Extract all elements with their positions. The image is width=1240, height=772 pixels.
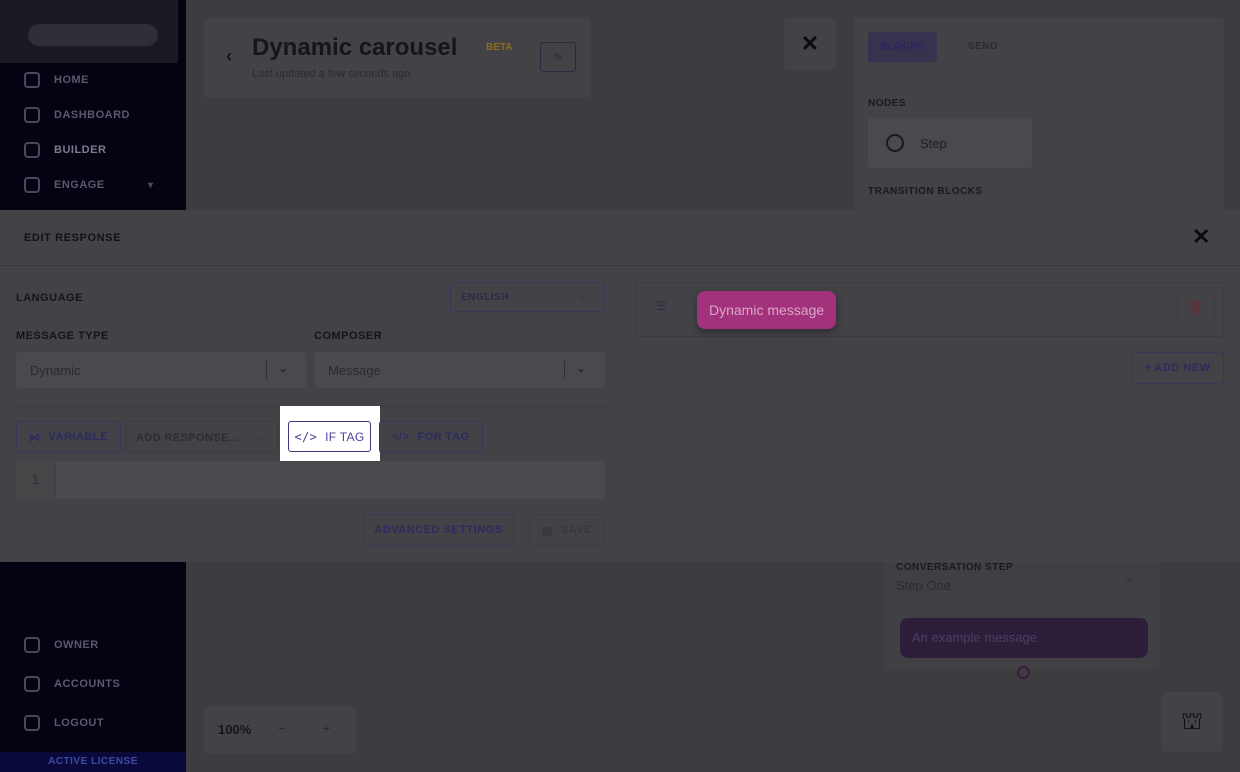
message-type-select[interactable]: Dynamic ⌄ bbox=[16, 352, 306, 388]
variable-button[interactable]: ⋈ VARIABLE bbox=[16, 421, 121, 453]
close-modal-icon[interactable]: ✕ bbox=[1192, 224, 1210, 250]
sidebar-item-dashboard[interactable]: DASHBOARD bbox=[24, 104, 130, 126]
sidebar-item-label: DASHBOARD bbox=[54, 109, 130, 121]
sidebar-item-logout[interactable]: LOGOUT bbox=[24, 712, 104, 734]
save-button-label: SAVE bbox=[560, 524, 593, 536]
modal-title: EDIT RESPONSE bbox=[24, 232, 122, 244]
save-button[interactable]: ▤ SAVE bbox=[529, 514, 605, 546]
last-updated-text: Last updated a few seconds ago bbox=[252, 68, 411, 80]
line-number: 1 bbox=[16, 461, 56, 499]
for-tag-label: FOR TAG bbox=[417, 431, 470, 443]
search-icon bbox=[886, 134, 904, 152]
if-tag-highlight: </> IF TAG bbox=[280, 406, 380, 466]
connector-port-icon[interactable] bbox=[1017, 666, 1030, 679]
variable-icon: ⋈ bbox=[29, 431, 41, 444]
page-title: Dynamic carousel bbox=[252, 34, 458, 61]
sidebar-item-label: OWNER bbox=[54, 639, 99, 651]
composer-label: COMPOSER bbox=[314, 330, 383, 342]
sidebar-item-accounts[interactable]: ACCOUNTS bbox=[24, 673, 120, 695]
modal-header: EDIT RESPONSE ✕ bbox=[0, 210, 1240, 266]
sidebar-item-home[interactable]: HOME bbox=[24, 69, 89, 91]
zoom-in-button[interactable]: + bbox=[322, 720, 330, 736]
chevron-down-icon: ⌄ bbox=[576, 361, 587, 375]
engage-icon bbox=[24, 177, 40, 193]
home-icon bbox=[24, 72, 40, 88]
back-arrow-icon[interactable]: ‹ bbox=[226, 46, 232, 67]
conversation-step-node[interactable]: CONVERSATION STEP Step One ⌄ An example … bbox=[884, 548, 1160, 670]
node-step-label: Step bbox=[920, 136, 947, 151]
zoom-level: 100% bbox=[218, 722, 252, 737]
sidebar-item-engage[interactable]: ENGAGE ▾ bbox=[24, 174, 153, 196]
delete-icon[interactable]: 🗑 bbox=[1177, 291, 1215, 323]
language-value: ENGLISH bbox=[461, 292, 509, 303]
add-response-placeholder: ADD RESPONSE... bbox=[136, 432, 240, 444]
sidebar-item-label: BUILDER bbox=[54, 144, 107, 156]
save-icon: ▤ bbox=[541, 524, 553, 537]
code-editor[interactable]: 1 bbox=[16, 461, 605, 499]
advanced-settings-button[interactable]: ADVANCED SETTINGS bbox=[363, 514, 514, 546]
tab-blocks[interactable]: BLOCKS bbox=[868, 32, 938, 62]
sidebar-item-label: LOGOUT bbox=[54, 717, 105, 729]
code-icon: </> bbox=[294, 429, 318, 444]
close-builder-button[interactable]: ✕ bbox=[784, 18, 836, 70]
edit-response-modal: EDIT RESPONSE ✕ LANGUAGE ENGLISH ⌵ MESSA… bbox=[0, 210, 1240, 562]
add-new-button[interactable]: + ADD NEW bbox=[1131, 352, 1224, 384]
if-tag-label: IF TAG bbox=[325, 429, 365, 444]
add-response-select[interactable]: ADD RESPONSE... ⌵ bbox=[125, 421, 278, 453]
sidebar-item-builder[interactable]: BUILDER bbox=[24, 139, 106, 161]
for-tag-button[interactable]: </> FOR TAG bbox=[379, 421, 483, 453]
language-select[interactable]: ENGLISH ⌵ bbox=[450, 282, 605, 312]
step-value: Step One bbox=[896, 578, 951, 593]
brand-logo bbox=[0, 0, 178, 63]
tab-send[interactable]: SEND bbox=[956, 32, 1010, 62]
chevron-down-icon: ⌄ bbox=[278, 361, 289, 375]
step-label: CONVERSATION STEP bbox=[896, 562, 1014, 573]
zoom-controls: 100% − + bbox=[204, 706, 356, 754]
composer-value: Message bbox=[328, 363, 381, 378]
transition-blocks-label: TRANSITION BLOCKS bbox=[868, 186, 983, 197]
page-header: ‹ Dynamic carousel BETA Last updated a f… bbox=[204, 18, 590, 98]
chevron-down-icon: ⌵ bbox=[579, 290, 588, 302]
wrench-icon bbox=[24, 637, 40, 653]
message-type-value: Dynamic bbox=[30, 363, 81, 378]
sidebar-item-label: HOME bbox=[54, 74, 89, 86]
message-type-label: MESSAGE TYPE bbox=[16, 330, 109, 342]
composer-select[interactable]: Message ⌄ bbox=[314, 352, 605, 388]
node-step[interactable]: Step bbox=[868, 118, 1032, 168]
nodes-label: NODES bbox=[868, 98, 907, 109]
blocks-panel: BLOCKS SEND NODES Step TRANSITION BLOCKS bbox=[854, 18, 1224, 210]
sidebar-item-owner[interactable]: OWNER bbox=[24, 634, 99, 656]
sidebar-item-label: ENGAGE bbox=[54, 179, 105, 191]
builder-icon bbox=[24, 142, 40, 158]
drag-handle-icon[interactable]: ☰ bbox=[656, 299, 667, 313]
dynamic-message-pill[interactable]: Dynamic message bbox=[697, 291, 837, 329]
if-tag-button[interactable]: </> IF TAG bbox=[288, 421, 371, 452]
code-icon: </> bbox=[392, 431, 410, 443]
user-icon bbox=[24, 676, 40, 692]
basket-icon[interactable]: ⛫ bbox=[1162, 692, 1222, 752]
chevron-down-icon: ▾ bbox=[148, 179, 154, 191]
variable-button-label: VARIABLE bbox=[48, 431, 108, 443]
zoom-out-button[interactable]: − bbox=[278, 720, 286, 736]
chart-icon bbox=[24, 107, 40, 123]
response-item: ☰ Dynamic message 🗑 bbox=[635, 282, 1224, 337]
chevron-down-icon: ⌵ bbox=[254, 431, 263, 443]
step-message-bubble[interactable]: An example message bbox=[900, 618, 1148, 658]
edit-title-button[interactable]: ✎ bbox=[540, 42, 576, 72]
beta-badge: BETA bbox=[486, 42, 513, 53]
sidebar-item-label: ACCOUNTS bbox=[54, 678, 121, 690]
logout-icon bbox=[24, 715, 40, 731]
language-label: LANGUAGE bbox=[16, 292, 83, 304]
license-badge: ACTIVE LICENSE bbox=[0, 752, 186, 772]
chevron-down-icon[interactable]: ⌄ bbox=[1124, 570, 1134, 584]
